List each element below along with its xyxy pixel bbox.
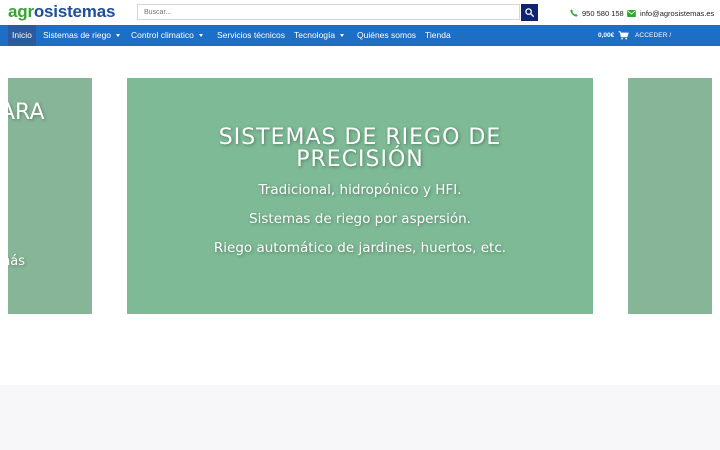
slide-main[interactable]: SISTEMAS DE RIEGO DE PRECISIÓN Tradicion… — [127, 78, 593, 314]
slide-prev-partial[interactable]: ARA nás — [8, 78, 92, 314]
email-address: info@agrosistemas.es — [640, 8, 715, 18]
slide-line-1: Tradicional, hidropónico y HFI. — [258, 182, 462, 198]
search-input[interactable] — [137, 4, 520, 20]
slide-title: SISTEMAS DE RIEGO DE PRECISIÓN — [218, 125, 502, 172]
lower-section — [0, 385, 720, 450]
cart-total: 0,00€ — [598, 32, 615, 39]
cart-button[interactable]: 0,00€ — [598, 25, 629, 46]
nav-item-tienda[interactable]: Tienda — [421, 25, 455, 46]
phone-link[interactable]: 950 580 158 — [570, 6, 624, 20]
slide-next-partial[interactable] — [628, 78, 712, 314]
search-icon — [525, 8, 534, 17]
nav-item-sistemas-de-riego[interactable]: Sistemas de riego — [39, 25, 124, 46]
slide-line-3: Riego automático de jardines, huertos, e… — [213, 240, 507, 256]
login-register-link[interactable]: ACCEDER / REGISTRARSE — [635, 25, 720, 60]
slide-line-2: Sistemas de riego por aspersión. — [249, 211, 471, 227]
nav-item-servicios-tecnicos[interactable]: Servicios técnicos — [213, 25, 289, 46]
search-button[interactable] — [521, 4, 538, 21]
cart-icon — [618, 31, 629, 40]
chevron-down-icon — [116, 34, 121, 37]
phone-number: 950 580 158 — [582, 8, 624, 18]
slide-prev-title: ARA — [8, 100, 45, 125]
main-nav: Inicio Sistemas de riego Control climati… — [0, 25, 720, 60]
chevron-down-icon — [198, 34, 203, 37]
email-link[interactable]: info@agrosistemas.es — [627, 6, 714, 20]
nav-item-quienes-somos[interactable]: Quiénes somos — [353, 25, 420, 46]
envelope-icon — [627, 9, 636, 17]
nav-item-inicio[interactable]: Inicio — [8, 25, 36, 46]
chevron-down-icon — [340, 34, 345, 37]
phone-icon — [570, 9, 578, 17]
top-header: agrosistemas 950 580 158 info@agrosistem… — [0, 0, 720, 25]
site-logo[interactable]: agrosistemas — [8, 1, 115, 23]
nav-item-control-climatico[interactable]: Control climatico — [127, 25, 207, 46]
slide-prev-text: nás — [8, 254, 25, 269]
nav-item-tecnologia[interactable]: Tecnología — [290, 25, 348, 46]
